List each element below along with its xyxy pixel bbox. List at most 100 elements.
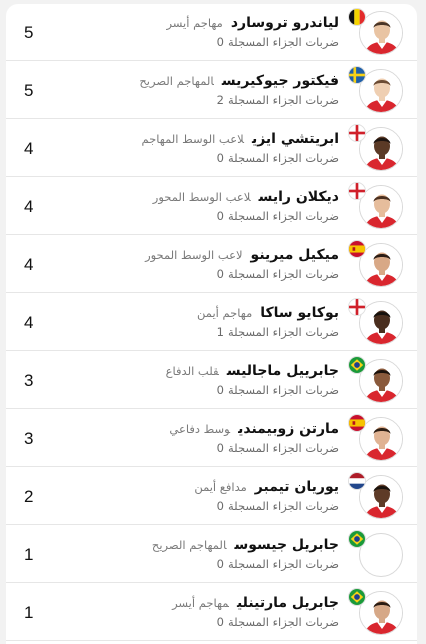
spain-flag-icon: [348, 240, 366, 258]
stat-label: ضربات الجزاء المسجلة: [227, 209, 339, 223]
player-position: لاعب الوسط المحور: [145, 248, 243, 262]
player-position: المهاجم الصريح: [151, 538, 227, 552]
stat-label: ضربات الجزاء المسجلة: [227, 441, 339, 455]
player-name[interactable]: فيكتور جيوكيريس: [222, 73, 339, 89]
player-name[interactable]: مارتن زوبيمندي: [238, 421, 339, 437]
player-stat-line: ضربات الجزاء المسجلة0: [217, 499, 339, 513]
player-row[interactable]: 3 مارتن زوبيمندي وسط دفاعي ضربات الجزاء الم…: [6, 410, 417, 467]
player-row[interactable]: 4 ابريتشي ايزي لاعب الوسط المهاجم ضربات الج…: [6, 120, 417, 177]
player-name-line: يوريان تيمبر مدافع أيمن: [194, 476, 339, 495]
brazil-flag-icon: [348, 530, 366, 548]
player-position: وسط دفاعي: [169, 422, 231, 436]
player-name[interactable]: بوكايو ساكا: [260, 305, 339, 321]
player-row[interactable]: 5 فيكتور جيوكيريسالمهاجم الصريح ضربات الجز…: [6, 62, 417, 119]
player-stat-line: ضربات الجزاء المسجلة0: [217, 383, 339, 397]
penalties-count: 0: [216, 267, 224, 281]
player-row[interactable]: 2 يوريان تيمبر مدافع أيمن ضربات الجزاء المس…: [6, 468, 417, 525]
stat-value: 3: [24, 429, 34, 448]
player-name[interactable]: لياندرو تروسارد: [231, 15, 339, 31]
player-position: مهاجم أيمن: [197, 306, 253, 320]
stat-value: 4: [24, 313, 34, 332]
player-stat-line: ضربات الجزاء المسجلة0: [217, 615, 339, 629]
player-name[interactable]: جابرييل ماجاليس: [227, 363, 339, 379]
player-position: المهاجم الصريح: [139, 74, 214, 88]
player-position: مدافع أيمن: [194, 480, 247, 494]
belgium-flag-icon: [348, 8, 366, 26]
player-name-line: فيكتور جيوكيريس المهاجم الصريح: [139, 70, 339, 89]
player-name-line: مارتن زوبيمندي وسط دفاعي: [169, 418, 339, 437]
penalties-count: 0: [216, 151, 224, 165]
penalties-count: 0: [216, 209, 224, 223]
stat-label: ضربات الجزاء المسجلة: [227, 557, 339, 571]
player-stat-line: ضربات الجزاء المسجلة0: [217, 267, 339, 281]
player-stat-line: ضربات الجزاء المسجلة0: [217, 209, 339, 223]
player-position: مهاجم أيسر: [166, 16, 223, 30]
player-name[interactable]: ابريتشي ايزي: [252, 131, 339, 147]
penalties-count: 1: [216, 325, 224, 339]
player-stat-line: ضربات الجزاء المسجلة0: [217, 151, 339, 165]
penalties-count: 0: [216, 615, 224, 629]
penalties-count: 0: [216, 35, 224, 49]
stat-label: ضربات الجزاء المسجلة: [227, 267, 339, 281]
penalties-count: 0: [216, 557, 224, 571]
netherlands-flag-icon: [348, 472, 366, 490]
england-flag-icon: [348, 298, 366, 316]
player-stats-list: 5 لياندرو تروسارد مهاجم أيسر ضربات الجزاء ا…: [6, 4, 417, 644]
player-position: لاعب الوسط المهاجم: [141, 132, 244, 146]
penalties-count: 0: [216, 383, 224, 397]
brazil-flag-icon: [348, 588, 366, 606]
player-row[interactable]: 4 ديكلان رايس لاعب الوسط المحور ضربات الجزا…: [6, 178, 417, 235]
brazil-flag-icon: [348, 356, 366, 374]
stat-label: ضربات الجزاء المسجلة: [227, 151, 339, 165]
player-row[interactable]: 1 جابريل جيسوسالمهاجم الصريح ضربات الجزاء …: [6, 526, 417, 583]
player-row[interactable]: 1 جابريل مارتينلي مهاجم أيسر ضربات الجزاء ا…: [6, 584, 417, 641]
england-flag-icon: [348, 182, 366, 200]
stat-value: 1: [24, 545, 34, 564]
england-flag-icon: [348, 124, 366, 142]
stat-label: ضربات الجزاء المسجلة: [227, 325, 339, 339]
player-name-line: جابريل جيسوس المهاجم الصريح: [152, 534, 339, 553]
stat-label: ضربات الجزاء المسجلة: [227, 499, 339, 513]
player-stat-line: ضربات الجزاء المسجلة2: [217, 93, 339, 107]
player-row[interactable]: 4 بوكايو ساكا مهاجم أيمن ضربات الجزاء المسج…: [6, 294, 417, 351]
stat-value: 5: [24, 23, 34, 42]
penalties-count: 2: [216, 93, 224, 107]
stat-value: 1: [24, 603, 34, 622]
player-name[interactable]: ميكيل ميرينو: [251, 247, 339, 263]
penalties-count: 0: [216, 441, 224, 455]
player-name[interactable]: جابريل جيسوس: [234, 537, 339, 553]
player-row[interactable]: 5 لياندرو تروسارد مهاجم أيسر ضربات الجزاء ا…: [6, 4, 417, 61]
penalties-count: 0: [216, 499, 224, 513]
player-name-line: جابرييل ماجاليس قلب الدفاع: [166, 360, 339, 379]
player-position: لاعب الوسط المحور: [152, 190, 251, 204]
spain-flag-icon: [348, 414, 366, 432]
player-name[interactable]: جابريل مارتينلي: [237, 595, 339, 611]
stat-label: ضربات الجزاء المسجلة: [227, 35, 339, 49]
player-position: مهاجم أيسر: [172, 596, 229, 610]
stat-value: 4: [24, 197, 34, 216]
player-name-line: ميكيل ميرينو لاعب الوسط المحور: [145, 244, 339, 263]
stat-value: 4: [24, 255, 34, 274]
player-stat-line: ضربات الجزاء المسجلة1: [217, 325, 339, 339]
player-position: قلب الدفاع: [165, 364, 219, 378]
sweden-flag-icon: [348, 66, 366, 84]
stat-value: 5: [24, 81, 34, 100]
player-row[interactable]: 3 جابرييل ماجاليس قلب الدفاع ضربات الجزاء ا…: [6, 352, 417, 409]
player-name-line: جابريل مارتينلي مهاجم أيسر: [172, 592, 339, 611]
player-row[interactable]: 4 ميكيل ميرينو لاعب الوسط المحور ضربات الجز…: [6, 236, 417, 293]
stat-label: ضربات الجزاء المسجلة: [227, 615, 339, 629]
stat-value: 3: [24, 371, 34, 390]
player-name[interactable]: يوريان تيمبر: [255, 479, 339, 495]
player-name-line: بوكايو ساكا مهاجم أيمن: [197, 302, 339, 321]
player-stat-line: ضربات الجزاء المسجلة0: [217, 441, 339, 455]
stat-label: ضربات الجزاء المسجلة: [227, 93, 339, 107]
player-name-line: ابريتشي ايزي لاعب الوسط المهاجم: [142, 128, 339, 147]
player-name-line: لياندرو تروسارد مهاجم أيسر: [166, 12, 339, 31]
player-stat-line: ضربات الجزاء المسجلة0: [217, 557, 339, 571]
player-name[interactable]: ديكلان رايس: [259, 189, 339, 205]
player-stat-line: ضربات الجزاء المسجلة0: [217, 35, 339, 49]
stat-label: ضربات الجزاء المسجلة: [227, 383, 339, 397]
stat-value: 4: [24, 139, 34, 158]
player-name-line: ديكلان رايس لاعب الوسط المحور: [153, 186, 339, 205]
stat-value: 2: [24, 487, 34, 506]
